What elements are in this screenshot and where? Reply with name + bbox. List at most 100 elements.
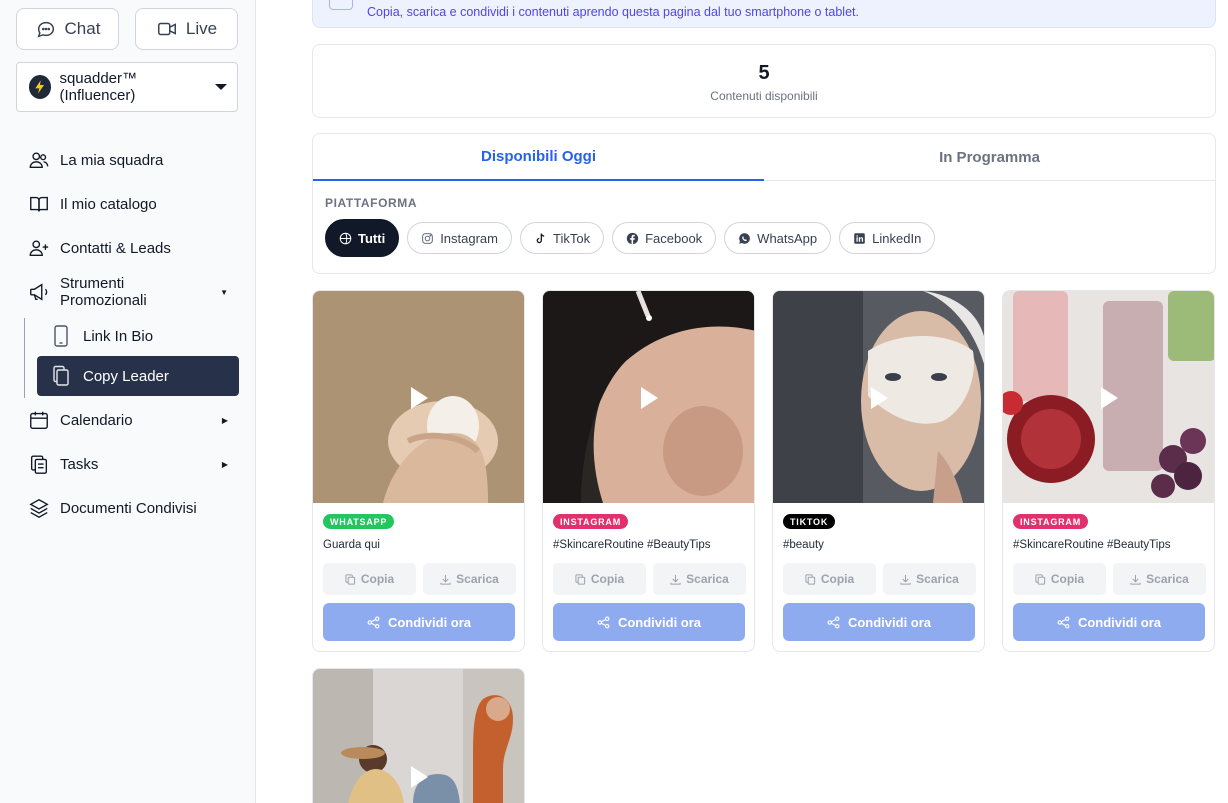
caret-down-icon xyxy=(215,84,227,90)
triangle-right-icon: ▶ xyxy=(221,459,228,469)
clipboard-copy-icon xyxy=(30,455,48,474)
card-caption: #beauty xyxy=(783,539,824,551)
share-icon xyxy=(597,616,610,628)
content-card: INSTAGRAM #SkincareRoutine #BeautyTips C… xyxy=(542,290,755,652)
filter-label: Facebook xyxy=(645,230,703,246)
copy-button[interactable]: Copia xyxy=(553,563,646,595)
platform-badge: WHATSAPP xyxy=(323,514,395,529)
copy-icon xyxy=(805,573,815,585)
nav-label: La mia squadra xyxy=(60,151,164,169)
nav-calendario[interactable]: Calendario ▶ xyxy=(28,400,238,440)
account-selector[interactable]: squadder™ (Influencer) xyxy=(16,62,238,112)
share-now-button[interactable]: Condividi ora xyxy=(783,603,975,641)
globe-icon xyxy=(339,232,352,244)
chat-label: Chat xyxy=(64,19,101,38)
nav-label: Tasks xyxy=(60,455,99,473)
device-icon xyxy=(329,0,353,10)
tiktok-icon xyxy=(536,232,545,243)
main-content: Copia, scarica e condividi i contenuti a… xyxy=(256,0,1228,803)
content-card: INSTAGRAM #SkincareRoutine #BeautyTips C… xyxy=(1002,290,1215,652)
video-camera-icon xyxy=(157,22,176,36)
share-label: Condividi ora xyxy=(847,614,932,630)
download-button[interactable]: Scarica xyxy=(1113,563,1206,595)
copy-button[interactable]: Copia xyxy=(323,563,416,595)
nav-label: Il mio catalogo xyxy=(60,195,157,213)
tab-bar: Disponibili Oggi In Programma xyxy=(313,134,1215,181)
nav-tasks[interactable]: Tasks ▶ xyxy=(28,444,238,484)
copy-icon xyxy=(575,573,585,585)
nav-documenti-condivisi[interactable]: Documenti Condivisi xyxy=(28,488,238,528)
share-now-button[interactable]: Condividi ora xyxy=(1013,603,1205,641)
content-card: WHATSAPP Guarda qui Copia Scarica Condiv… xyxy=(312,290,525,652)
copy-button[interactable]: Copia xyxy=(1013,563,1106,595)
filter-instagram[interactable]: Instagram xyxy=(407,222,512,254)
nav-label: Link In Bio xyxy=(83,327,154,345)
nav-copy-leader[interactable]: Copy Leader xyxy=(37,356,239,396)
filter-label: Instagram xyxy=(440,230,498,246)
play-icon xyxy=(1101,387,1118,409)
nav-la-mia-squadra[interactable]: La mia squadra xyxy=(28,140,238,180)
nav-strumenti-promozionali[interactable]: Strumenti Promozionali ▼ xyxy=(28,272,238,312)
share-label: Condividi ora xyxy=(387,614,472,630)
share-icon xyxy=(827,616,840,628)
calendar-icon xyxy=(30,411,48,429)
filter-linkedin[interactable]: LinkedIn xyxy=(839,222,936,254)
live-label: Live xyxy=(185,19,218,38)
filter-whatsapp[interactable]: WhatsApp xyxy=(724,222,832,254)
tab-disponibili-oggi[interactable]: Disponibili Oggi xyxy=(313,134,764,181)
download-label: Scarica xyxy=(456,572,499,586)
submenu-rail xyxy=(24,318,25,398)
download-button[interactable]: Scarica xyxy=(423,563,516,595)
triangle-down-icon: ▼ xyxy=(220,287,228,297)
platform-filters: Tutti Instagram TikTok Facebook WhatsApp… xyxy=(325,219,936,257)
open-book-icon xyxy=(30,196,48,212)
video-thumbnail[interactable] xyxy=(543,291,754,503)
filter-tiktok[interactable]: TikTok xyxy=(520,222,605,254)
platform-badge: INSTAGRAM xyxy=(553,514,629,529)
filter-facebook[interactable]: Facebook xyxy=(612,222,717,254)
instagram-icon xyxy=(422,232,434,244)
content-count-card: 5 Contenuti disponibili xyxy=(312,44,1216,118)
card-caption: #SkincareRoutine #BeautyTips xyxy=(553,539,711,551)
download-label: Scarica xyxy=(1146,572,1189,586)
copy-button[interactable]: Copia xyxy=(783,563,876,595)
video-thumbnail[interactable] xyxy=(1003,291,1214,503)
tab-in-programma[interactable]: In Programma xyxy=(764,134,1215,181)
squadder-logo-icon xyxy=(29,75,52,99)
platform-badge: TIKTOK xyxy=(783,514,836,529)
copy-label: Copia xyxy=(590,572,625,586)
video-thumbnail[interactable] xyxy=(773,291,984,503)
filter-label: Tutti xyxy=(358,230,386,246)
content-card: TIKTOK #beauty Copia Scarica Condividi o… xyxy=(772,290,985,652)
nav-contatti-leads[interactable]: Contatti & Leads xyxy=(28,228,238,268)
card-caption: Guarda qui xyxy=(323,539,380,551)
nav-il-mio-catalogo[interactable]: Il mio catalogo xyxy=(28,184,238,224)
copy-label: Copia xyxy=(820,572,855,586)
smartphone-icon xyxy=(54,325,68,347)
live-button[interactable]: Live xyxy=(135,8,238,50)
download-icon xyxy=(1130,574,1141,585)
chat-bubble-icon xyxy=(36,21,54,38)
account-name: squadder™ (Influencer) xyxy=(59,70,138,104)
copy-documents-icon xyxy=(53,365,69,386)
filter-label: WhatsApp xyxy=(757,230,818,246)
platform-label: PIATTAFORMA xyxy=(325,196,418,210)
play-icon xyxy=(411,766,428,788)
video-thumbnail[interactable] xyxy=(313,669,524,803)
download-icon xyxy=(900,574,911,585)
play-icon xyxy=(411,387,428,409)
card-caption: #SkincareRoutine #BeautyTips xyxy=(1013,539,1171,551)
filter-tutti[interactable]: Tutti xyxy=(325,219,400,257)
share-now-button[interactable]: Condividi ora xyxy=(323,603,515,641)
download-button[interactable]: Scarica xyxy=(883,563,976,595)
nav-label: Calendario xyxy=(60,411,133,429)
download-button[interactable]: Scarica xyxy=(653,563,746,595)
chat-button[interactable]: Chat xyxy=(16,8,119,50)
share-label: Condividi ora xyxy=(617,614,702,630)
share-now-button[interactable]: Condividi ora xyxy=(553,603,745,641)
play-icon xyxy=(871,387,888,409)
nav-link-in-bio[interactable]: Link In Bio xyxy=(37,316,239,356)
megaphone-icon xyxy=(30,283,48,301)
platform-badge: INSTAGRAM xyxy=(1013,514,1089,529)
video-thumbnail[interactable] xyxy=(313,291,524,503)
